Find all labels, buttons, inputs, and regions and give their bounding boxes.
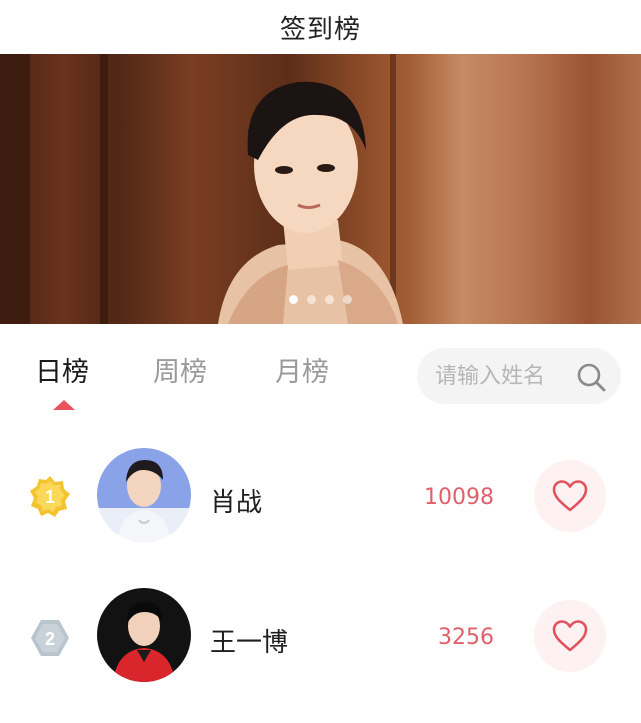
ranking-score: 3256	[438, 625, 494, 650]
ranking-row[interactable]: 1 肖战 10098	[0, 420, 641, 560]
ranking-name: 王一博	[210, 628, 289, 658]
carousel-dot[interactable]	[307, 295, 316, 304]
like-button[interactable]	[534, 460, 606, 532]
banner-panel-line	[100, 54, 108, 324]
tab-monthly[interactable]: 月榜	[275, 350, 329, 389]
banner-carousel[interactable]	[0, 54, 641, 324]
carousel-dot[interactable]	[343, 295, 352, 304]
ranking-name: 肖战	[210, 488, 263, 518]
avatar[interactable]	[97, 588, 191, 682]
top-bar: 签到榜	[0, 0, 641, 54]
svg-text:2: 2	[45, 629, 55, 649]
heart-icon	[552, 480, 588, 512]
page-title: 签到榜	[279, 14, 361, 45]
search-icon[interactable]	[575, 361, 607, 393]
silver-medal-icon: 2	[31, 620, 69, 656]
search-box[interactable]	[417, 348, 621, 404]
heart-icon	[552, 620, 588, 652]
like-button[interactable]	[534, 600, 606, 672]
banner-portrait-image	[218, 81, 403, 324]
carousel-dot-active[interactable]	[289, 295, 298, 304]
avatar[interactable]	[97, 448, 191, 542]
carousel-indicator	[0, 295, 641, 304]
ranking-score: 10098	[424, 485, 494, 510]
gold-medal-icon: 1	[30, 476, 70, 517]
search-input[interactable]	[435, 363, 575, 389]
ranking-row[interactable]: 2 王一博 3256	[0, 560, 641, 700]
tab-daily[interactable]: 日榜	[35, 350, 89, 389]
tab-weekly[interactable]: 周榜	[153, 350, 207, 389]
ranking-tabs-bar: 日榜 周榜 月榜	[0, 324, 641, 416]
carousel-dot[interactable]	[325, 295, 334, 304]
banner-door-edge	[0, 54, 30, 324]
active-tab-indicator	[53, 400, 75, 410]
svg-text:1: 1	[45, 487, 55, 507]
